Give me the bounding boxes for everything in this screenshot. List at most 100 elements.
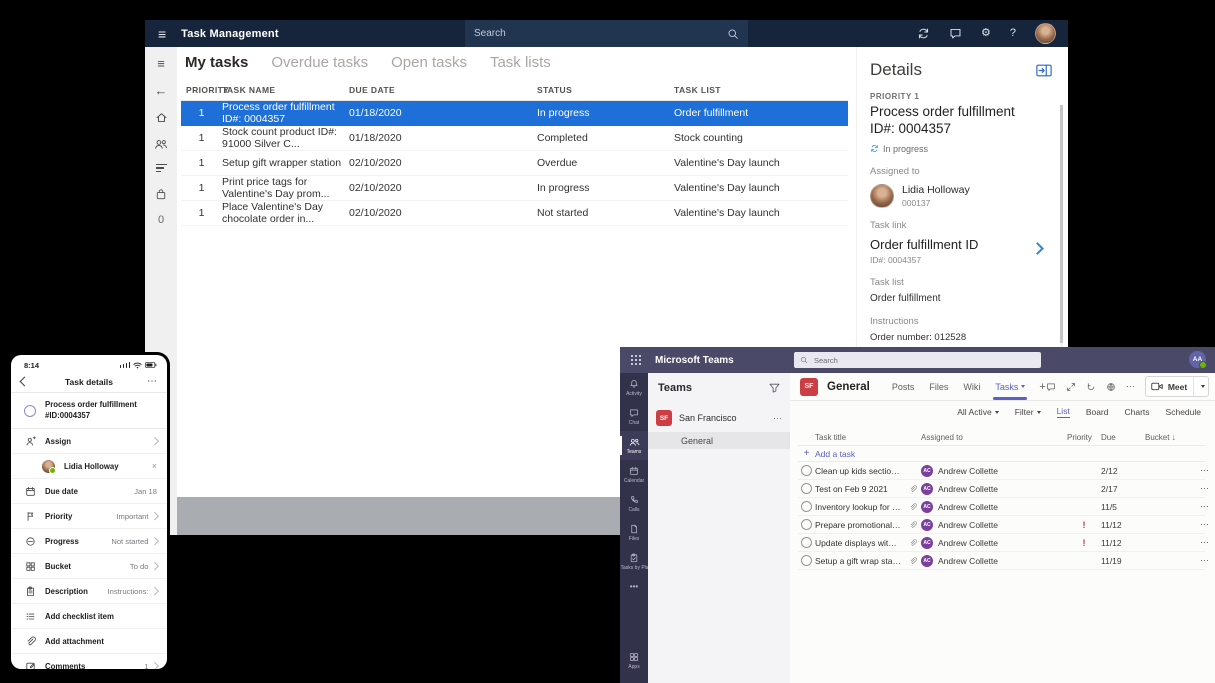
expand-icon[interactable] <box>1066 382 1076 392</box>
col-bucket[interactable]: Bucket ↓ <box>1145 433 1185 442</box>
back-arrow-icon[interactable]: ← <box>155 84 168 97</box>
menu-icon[interactable]: ≡ <box>158 27 166 41</box>
rail-item-files[interactable]: Files <box>620 518 648 547</box>
tab-my-tasks[interactable]: My tasks <box>185 54 248 71</box>
planner-task-row[interactable]: Update displays with Holiday poster... A… <box>798 534 1205 552</box>
flag-icon <box>24 511 36 522</box>
rail-item-calls[interactable]: Calls <box>620 489 648 518</box>
task-row[interactable]: 1 Stock count product ID#: 91000 Silver … <box>181 126 848 151</box>
task-link[interactable]: Order fulfillment ID ID#: 0004357 <box>870 237 1044 265</box>
tab-overdue-tasks[interactable]: Overdue tasks <box>271 54 368 71</box>
phone-row-progress[interactable]: Progress Not started <box>11 529 167 554</box>
tab-posts[interactable]: Posts <box>892 382 915 392</box>
window-title: Task Management <box>181 28 279 40</box>
rail-item-teams[interactable]: Teams <box>620 431 648 460</box>
planner-task-row[interactable]: Setup a gift wrap station ACAndrew Colle… <box>798 552 1205 570</box>
tab-open-tasks[interactable]: Open tasks <box>391 54 467 71</box>
more-icon[interactable]: ⋯ <box>1185 483 1209 494</box>
more-icon[interactable]: ⋯ <box>1185 465 1209 476</box>
phone-task-header[interactable]: Process order fulfillment #ID:0004357 <box>11 393 167 429</box>
add-task-button[interactable]: + Add a task <box>798 446 1205 462</box>
complete-circle[interactable] <box>801 555 812 566</box>
assignee[interactable]: Lidia Holloway 000137 <box>870 184 1044 208</box>
search-input[interactable] <box>465 27 727 40</box>
channel-item-general[interactable]: General <box>648 432 790 449</box>
view-list[interactable]: List <box>1057 406 1070 418</box>
teams-account-avatar[interactable]: AA <box>1189 351 1206 368</box>
col-task-title: Task title <box>815 433 905 442</box>
complete-circle[interactable] <box>801 519 812 530</box>
chevron-right-icon[interactable] <box>1031 242 1044 255</box>
more-icon[interactable]: ⋯ <box>1126 381 1135 392</box>
help-icon[interactable]: ? <box>1010 28 1016 39</box>
planner-task-row[interactable]: Clean up kids section aisle 14 and rest.… <box>798 462 1205 480</box>
all-active-dropdown[interactable]: All Active <box>957 407 999 417</box>
phone-row-comments[interactable]: Comments 1 <box>11 654 167 669</box>
more-icon[interactable]: ⋯ <box>773 413 782 424</box>
rail-more-icon[interactable]: ••• <box>620 576 648 596</box>
more-icon[interactable]: ⋯ <box>1185 537 1209 548</box>
collapse-details-icon[interactable] <box>1036 64 1052 77</box>
phone-row-assign[interactable]: Assign <box>11 429 167 454</box>
rail-item-tasks-by-planner[interactable]: Tasks by Pla... <box>620 547 648 576</box>
planner-task-row[interactable]: Test on Feb 9 2021 ACAndrew Collette 2/1… <box>798 480 1205 498</box>
filter-dropdown[interactable]: Filter <box>1015 407 1041 417</box>
globe-icon[interactable] <box>1106 382 1116 392</box>
feedback-icon[interactable] <box>949 27 962 40</box>
meet-button[interactable]: Meet <box>1145 376 1209 397</box>
view-schedule[interactable]: Schedule <box>1166 407 1201 417</box>
more-icon[interactable]: ⋯ <box>1185 501 1209 512</box>
teams-search-input[interactable] <box>812 355 1041 366</box>
sidebar-menu-icon[interactable]: ≡ <box>157 57 165 70</box>
rail-item-activity[interactable]: Activity <box>620 373 648 402</box>
new-chat-icon[interactable] <box>1046 382 1056 392</box>
search-icon[interactable] <box>727 28 739 40</box>
phone-row-bucket[interactable]: Bucket To do <box>11 554 167 579</box>
complete-circle[interactable] <box>24 405 36 417</box>
sync-icon[interactable] <box>917 27 930 40</box>
task-row[interactable]: 1 Process order fulfillment ID#: 0004357… <box>181 101 848 126</box>
phone-row-description[interactable]: Description Instructions: <box>11 579 167 604</box>
tab-tasks[interactable]: Tasks <box>995 382 1025 392</box>
back-chevron-icon[interactable] <box>20 377 30 387</box>
settings-gear-icon[interactable]: ⚙ <box>981 28 991 39</box>
task-row[interactable]: 1 Place Valentine's Day chocolate order … <box>181 201 848 226</box>
planner-task-row[interactable]: Inventory lookup for Cowboy boots ... AC… <box>798 498 1205 516</box>
teams-search-box[interactable] <box>794 352 1041 368</box>
app-launcher-icon[interactable] <box>631 355 641 365</box>
rail-item-calendar[interactable]: Calendar <box>620 460 648 489</box>
shopping-bag-icon[interactable] <box>155 188 167 201</box>
search-icon <box>800 356 808 364</box>
view-charts[interactable]: Charts <box>1125 407 1150 417</box>
account-avatar[interactable] <box>1035 23 1056 44</box>
phone-row-due-date[interactable]: Due date Jan 18 <box>11 479 167 504</box>
complete-circle[interactable] <box>801 537 812 548</box>
phone-row-priority[interactable]: Priority Important <box>11 504 167 529</box>
view-board[interactable]: Board <box>1086 407 1109 417</box>
phone-row-add-attachment[interactable]: Add attachment <box>11 629 167 654</box>
tab-files[interactable]: Files <box>929 382 948 392</box>
rail-item-chat[interactable]: Chat <box>620 402 648 431</box>
complete-circle[interactable] <box>801 483 812 494</box>
search-box[interactable] <box>465 20 748 47</box>
remove-assignee-icon[interactable]: × <box>152 461 157 471</box>
complete-circle[interactable] <box>801 465 812 476</box>
complete-circle[interactable] <box>801 501 812 512</box>
tab-wiki[interactable]: Wiki <box>963 382 980 392</box>
meet-dropdown-icon[interactable] <box>1194 385 1208 388</box>
phone-row-add-checklist[interactable]: Add checklist item <box>11 604 167 629</box>
rail-item-apps[interactable]: Apps <box>620 646 648 675</box>
people-icon[interactable] <box>154 138 168 150</box>
planner-task-row[interactable]: Prepare promotional merchandise fo... AC… <box>798 516 1205 534</box>
more-icon[interactable]: ⋯ <box>1185 519 1209 530</box>
home-icon[interactable] <box>155 111 168 124</box>
task-lines-icon[interactable] <box>156 164 167 174</box>
filter-funnel-icon[interactable] <box>769 383 780 393</box>
phone-row-assignee[interactable]: Lidia Holloway × <box>11 454 167 479</box>
tab-task-lists[interactable]: Task lists <box>490 54 551 71</box>
more-icon[interactable]: ⋯ <box>1185 555 1209 566</box>
refresh-icon[interactable] <box>1086 382 1096 392</box>
task-row[interactable]: 1 Setup gift wrapper station 02/10/2020 … <box>181 151 848 176</box>
task-row[interactable]: 1 Print price tags for Valentine's Day p… <box>181 176 848 201</box>
team-item-san-francisco[interactable]: SF San Francisco ⋯ <box>656 410 782 426</box>
